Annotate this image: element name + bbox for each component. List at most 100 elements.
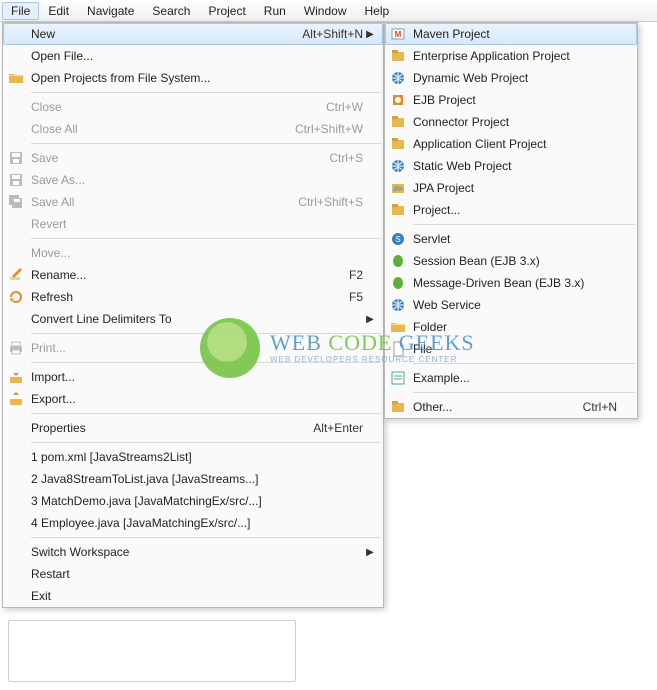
new-menu-item-jpa-project[interactable]: JPAJPA Project xyxy=(385,177,637,199)
menu-item-accelerator: Alt+Shift+N xyxy=(294,27,363,41)
ejb-icon xyxy=(387,92,409,108)
file-menu-item-print[interactable]: Print... xyxy=(3,337,383,359)
new-menu-item-web-service[interactable]: Web Service xyxy=(385,294,637,316)
new-menu-item-session-bean-ejb-3-x[interactable]: Session Bean (EJB 3.x) xyxy=(385,250,637,272)
save-icon xyxy=(5,172,27,188)
new-menu-item-example[interactable]: Example... xyxy=(385,367,637,389)
file-menu-item-convert-line-delimiters-to[interactable]: Convert Line Delimiters To▶ xyxy=(3,308,383,330)
new-menu-item-dynamic-web-project[interactable]: Dynamic Web Project xyxy=(385,67,637,89)
menu-item-label: Other... xyxy=(409,400,575,414)
panel-outline xyxy=(8,620,296,682)
project-icon xyxy=(387,48,409,64)
file-menu-item-rename[interactable]: Rename...F2 xyxy=(3,264,383,286)
menubar-item-project[interactable]: Project xyxy=(199,2,254,20)
jpa-icon: JPA xyxy=(387,180,409,196)
svg-text:JPA: JPA xyxy=(393,187,404,193)
bean-icon xyxy=(387,275,409,291)
file-menu-item-refresh[interactable]: RefreshF5 xyxy=(3,286,383,308)
menubar-item-navigate[interactable]: Navigate xyxy=(78,2,143,20)
file-menu-item-open-projects-from-file-system[interactable]: Open Projects from File System... xyxy=(3,67,383,89)
file-menu-item-close[interactable]: CloseCtrl+W xyxy=(3,96,383,118)
menu-item-label: Maven Project xyxy=(409,27,617,41)
menu-separator xyxy=(31,362,381,363)
file-menu-item-revert[interactable]: Revert xyxy=(3,213,383,235)
menubar-item-file[interactable]: File xyxy=(2,2,39,20)
file-menu-item-save[interactable]: SaveCtrl+S xyxy=(3,147,383,169)
new-menu-item-connector-project[interactable]: Connector Project xyxy=(385,111,637,133)
file-menu-item-save-all[interactable]: Save AllCtrl+Shift+S xyxy=(3,191,383,213)
file-menu-item-exit[interactable]: Exit xyxy=(3,585,383,607)
blank-icon xyxy=(5,121,27,137)
menu-item-label: Project... xyxy=(409,203,617,217)
menu-item-label: Properties xyxy=(27,421,305,435)
new-menu-item-ejb-project[interactable]: EJB Project xyxy=(385,89,637,111)
menu-item-label: Exit xyxy=(27,589,363,603)
file-menu-item-3-matchdemo-java-javamatchingex-src[interactable]: 3 MatchDemo.java [JavaMatchingEx/src/...… xyxy=(3,490,383,512)
blank-icon xyxy=(5,420,27,436)
new-menu-item-servlet[interactable]: SServlet xyxy=(385,228,637,250)
menu-item-label: Rename... xyxy=(27,268,341,282)
file-menu-item-4-employee-java-javamatchingex-src[interactable]: 4 Employee.java [JavaMatchingEx/src/...] xyxy=(3,512,383,534)
file-menu-item-1-pom-xml-javastreams2list[interactable]: 1 pom.xml [JavaStreams2List] xyxy=(3,446,383,468)
menu-separator xyxy=(31,537,381,538)
new-menu-item-enterprise-application-project[interactable]: Enterprise Application Project xyxy=(385,45,637,67)
file-menu-item-export[interactable]: Export... xyxy=(3,388,383,410)
menu-item-label: Application Client Project xyxy=(409,137,617,151)
svg-text:M: M xyxy=(395,30,402,39)
file-menu-item-close-all[interactable]: Close AllCtrl+Shift+W xyxy=(3,118,383,140)
example-icon xyxy=(387,370,409,386)
blank-icon xyxy=(5,26,27,42)
menu-item-accelerator: Ctrl+Shift+W xyxy=(287,122,363,136)
file-menu-item-import[interactable]: Import... xyxy=(3,366,383,388)
maven-icon: M xyxy=(387,26,409,42)
export-icon xyxy=(5,391,27,407)
menu-item-label: Example... xyxy=(409,371,617,385)
menu-item-label: Close All xyxy=(27,122,287,136)
file-menu-item-save-as[interactable]: Save As... xyxy=(3,169,383,191)
blank-icon xyxy=(5,566,27,582)
menu-separator xyxy=(31,238,381,239)
project-icon xyxy=(387,114,409,130)
new-menu-item-message-driven-bean-ejb-3-x[interactable]: Message-Driven Bean (EJB 3.x) xyxy=(385,272,637,294)
file-menu-item-new[interactable]: NewAlt+Shift+N▶ xyxy=(3,23,383,45)
blank-icon xyxy=(5,588,27,604)
menubar-item-run[interactable]: Run xyxy=(255,2,295,20)
menu-item-label: Close xyxy=(27,100,318,114)
folder-icon xyxy=(387,319,409,335)
file-menu-item-2-java8streamtolist-java-javastreams[interactable]: 2 Java8StreamToList.java [JavaStreams...… xyxy=(3,468,383,490)
new-menu-item-static-web-project[interactable]: Static Web Project xyxy=(385,155,637,177)
menu-item-label: 4 Employee.java [JavaMatchingEx/src/...] xyxy=(27,516,363,530)
file-menu-item-open-file[interactable]: Open File... xyxy=(3,45,383,67)
print-icon xyxy=(5,340,27,356)
menu-item-accelerator: F5 xyxy=(341,290,363,304)
new-menu-item-other[interactable]: Other...Ctrl+N xyxy=(385,396,637,418)
rename-icon xyxy=(5,267,27,283)
file-menu-item-move[interactable]: Move... xyxy=(3,242,383,264)
submenu-arrow-icon: ▶ xyxy=(363,29,377,40)
new-menu-item-folder[interactable]: Folder xyxy=(385,316,637,338)
new-menu-item-file[interactable]: File xyxy=(385,338,637,360)
menu-item-label: 3 MatchDemo.java [JavaMatchingEx/src/...… xyxy=(27,494,363,508)
file-menu-item-properties[interactable]: PropertiesAlt+Enter xyxy=(3,417,383,439)
menu-item-label: New xyxy=(27,27,294,41)
new-menu-item-application-client-project[interactable]: Application Client Project xyxy=(385,133,637,155)
menu-item-label: Save All xyxy=(27,195,290,209)
menu-item-label: Save xyxy=(27,151,321,165)
new-menu-item-project[interactable]: Project... xyxy=(385,199,637,221)
menu-item-label: Export... xyxy=(27,392,363,406)
menubar-item-edit[interactable]: Edit xyxy=(39,2,78,20)
file-menu-item-restart[interactable]: Restart xyxy=(3,563,383,585)
menubar-item-search[interactable]: Search xyxy=(143,2,199,20)
web-project-icon xyxy=(387,297,409,313)
menu-item-accelerator: F2 xyxy=(341,268,363,282)
blank-icon xyxy=(5,544,27,560)
menu-separator xyxy=(31,413,381,414)
menubar-item-window[interactable]: Window xyxy=(295,2,356,20)
menu-separator xyxy=(31,143,381,144)
new-menu-item-maven-project[interactable]: M Maven Project xyxy=(385,23,637,45)
menu-item-label: Open File... xyxy=(27,49,363,63)
file-icon xyxy=(387,341,409,357)
file-menu-item-switch-workspace[interactable]: Switch Workspace▶ xyxy=(3,541,383,563)
file-menu: NewAlt+Shift+N▶Open File...Open Projects… xyxy=(2,22,384,608)
menubar-item-help[interactable]: Help xyxy=(356,2,399,20)
